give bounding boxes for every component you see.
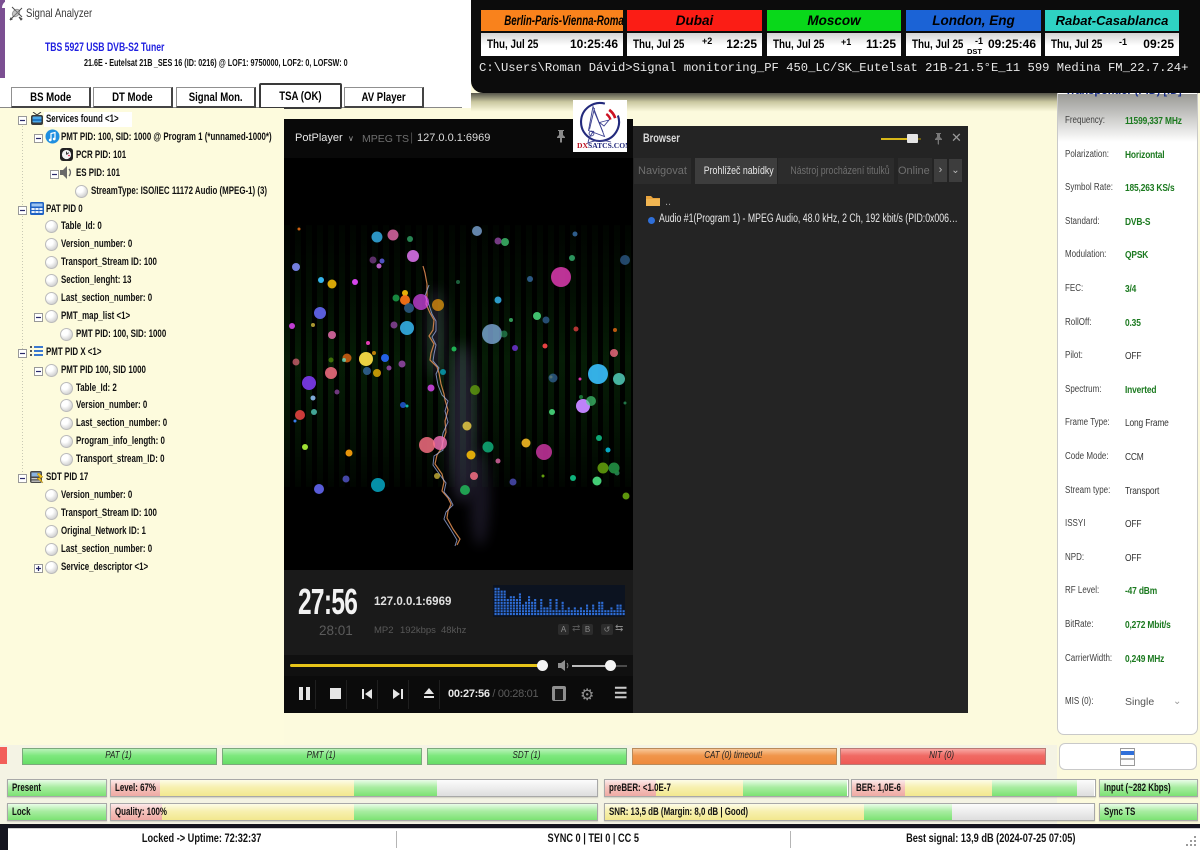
- svg-text:DXSATCS.COM: DXSATCS.COM: [577, 141, 627, 150]
